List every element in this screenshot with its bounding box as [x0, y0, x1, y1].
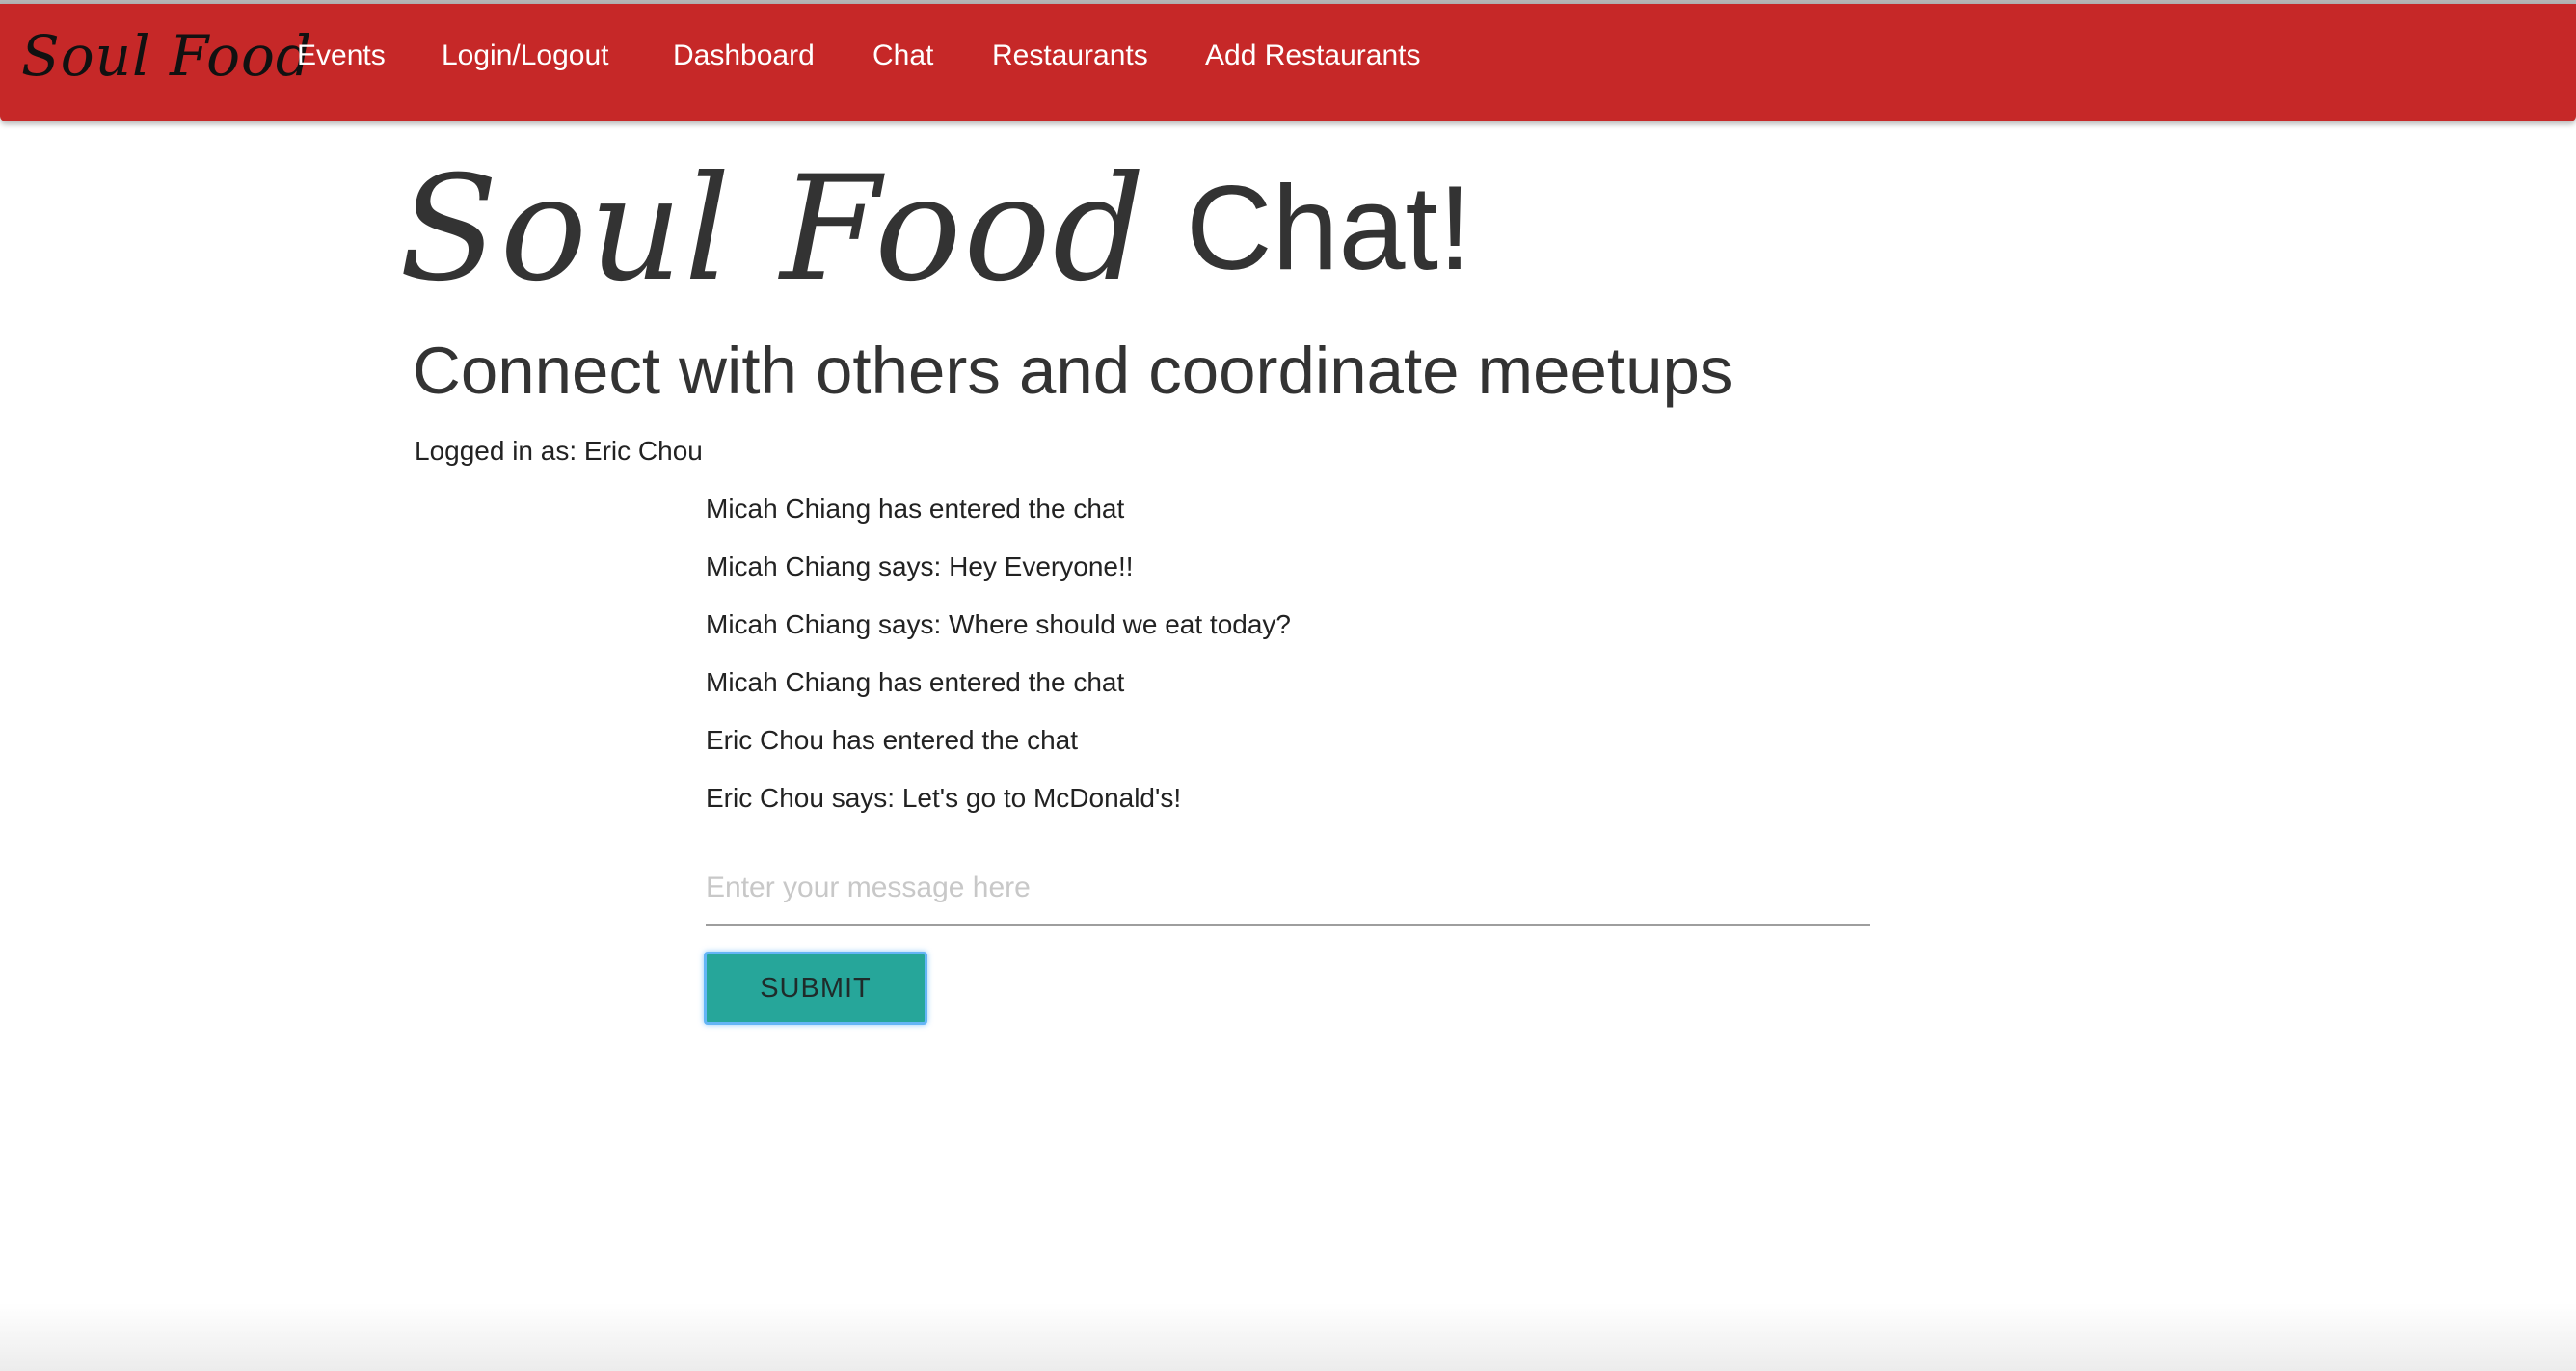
hero-logo-text: Soul Food — [399, 146, 1147, 313]
page-subtitle: Connect with others and coordinate meetu… — [413, 334, 1733, 408]
nav-item-login-logout[interactable]: Login/Logout — [442, 29, 609, 83]
chat-message: Micah Chiang says: Hey Everyone!! — [706, 551, 1134, 581]
submit-button[interactable]: SUBMIT — [704, 952, 927, 1025]
nav-item-events[interactable]: Events — [297, 29, 386, 83]
chat-message: Eric Chou has entered the chat — [706, 725, 1079, 755]
nav-item-restaurants[interactable]: Restaurants — [992, 29, 1148, 83]
chat-message: Eric Chou says: Let's go to McDonald's! — [706, 783, 1182, 813]
chat-message: Micah Chiang has entered the chat — [706, 494, 1125, 524]
chat-message-list: Micah Chiang has entered the chat Micah … — [706, 490, 1291, 837]
brand-logo[interactable]: Soul Food — [21, 17, 312, 94]
hero-title-suffix: Chat! — [1186, 162, 1472, 295]
nav-item-dashboard[interactable]: Dashboard — [673, 29, 815, 83]
message-input[interactable] — [706, 852, 1870, 926]
nav-item-chat[interactable]: Chat — [872, 29, 933, 83]
logged-in-status: Logged in as: Eric Chou — [415, 436, 703, 466]
nav-item-add-restaurants[interactable]: Add Restaurants — [1205, 29, 1420, 83]
chat-message: Micah Chiang has entered the chat — [706, 667, 1125, 697]
top-navbar: Soul Food Events Login/Logout Dashboard … — [0, 4, 2576, 121]
chat-message: Micah Chiang says: Where should we eat t… — [706, 609, 1291, 639]
page-bottom-edge — [0, 1304, 2576, 1371]
